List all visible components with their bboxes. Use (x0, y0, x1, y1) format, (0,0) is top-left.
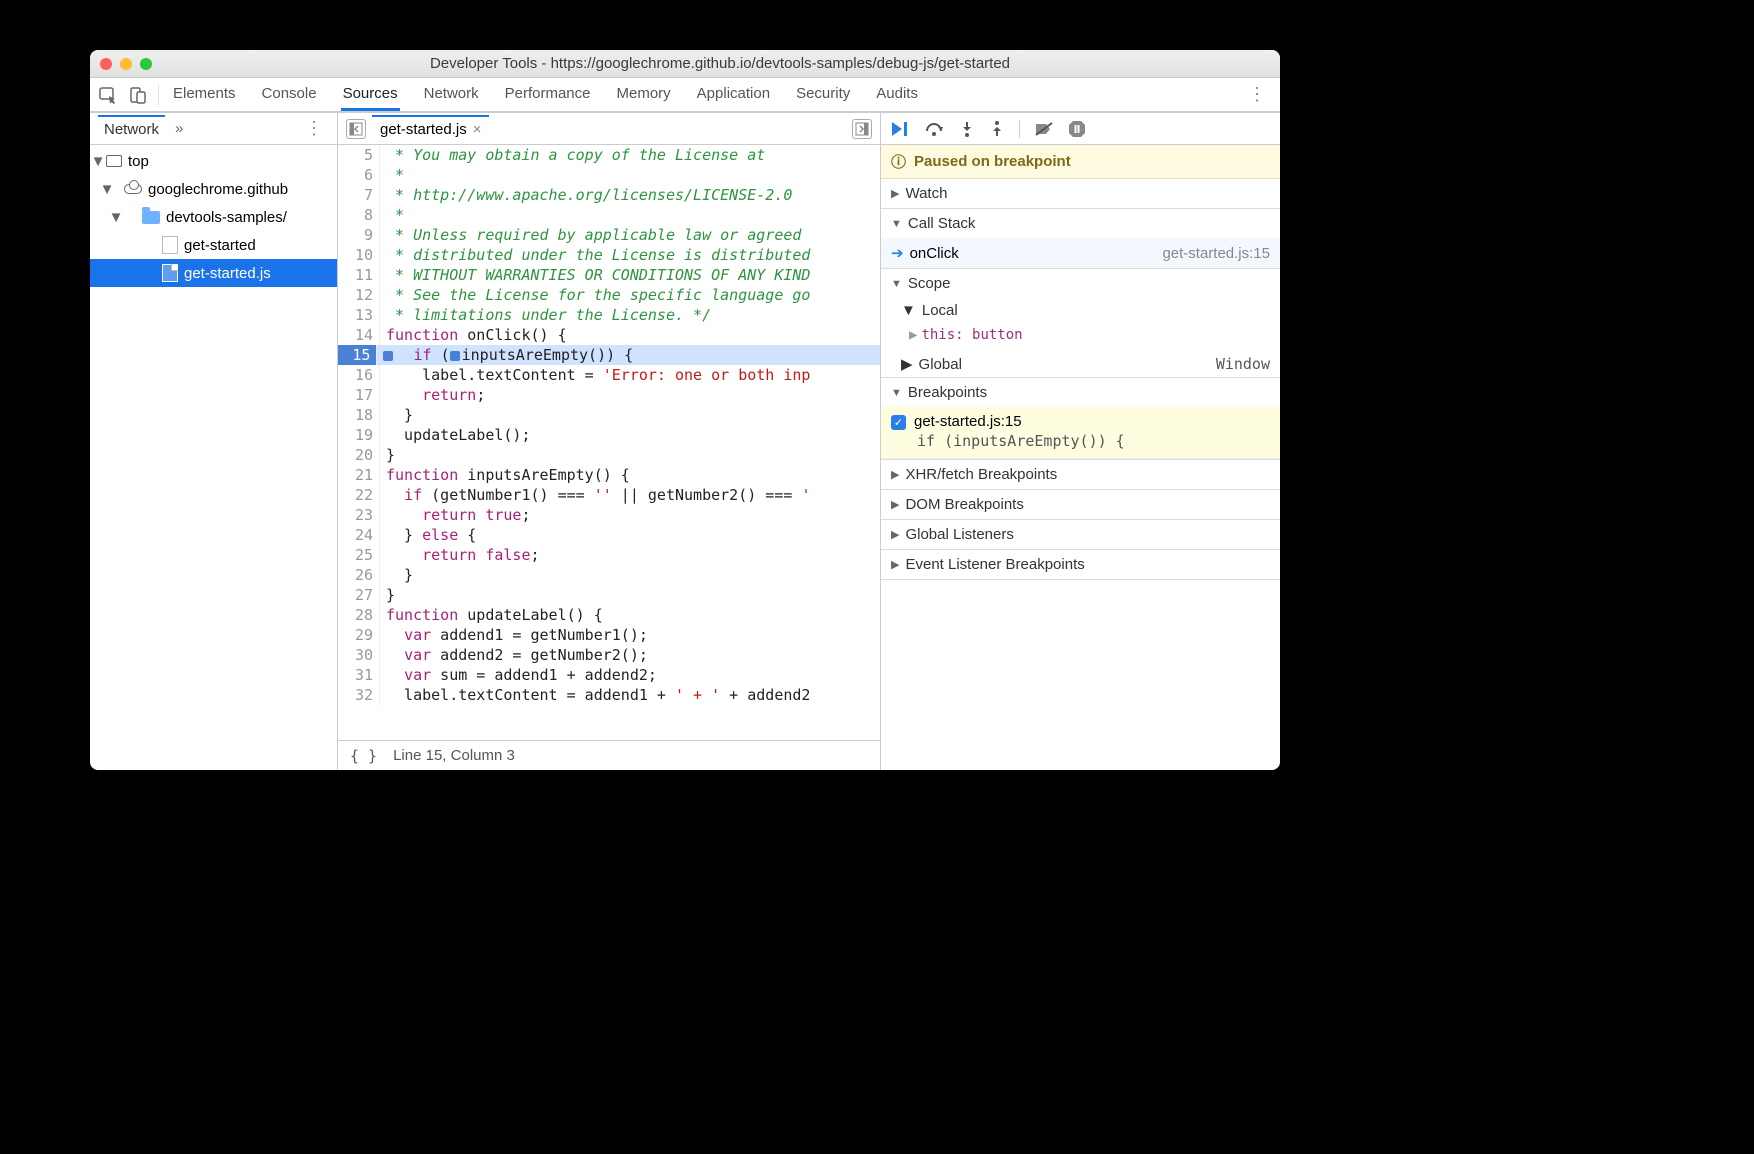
code-line[interactable]: 18 } (338, 405, 880, 425)
cloud-icon (124, 184, 142, 194)
code-line[interactable]: 9 * Unless required by applicable law or… (338, 225, 880, 245)
close-window-button[interactable] (100, 58, 112, 70)
code-line[interactable]: 23 return true; (338, 505, 880, 525)
navigator-panel: Network » ⋮ ▼ top ▼ googlechrome.github … (90, 113, 338, 770)
editor-status-bar: { } Line 15, Column 3 (338, 740, 880, 770)
code-line[interactable]: 24 } else { (338, 525, 880, 545)
cursor-position: Line 15, Column 3 (393, 747, 515, 764)
tree-folder[interactable]: ▼ devtools-samples/ (90, 203, 337, 231)
main-tab-sources[interactable]: Sources (341, 79, 400, 111)
current-frame-icon: ➔ (891, 245, 904, 262)
kebab-menu-icon[interactable]: ⋮ (1242, 84, 1272, 105)
pause-exceptions-icon[interactable] (1068, 120, 1086, 138)
code-line[interactable]: 17 return; (338, 385, 880, 405)
section-xhr-breakpoints[interactable]: ▶XHR/fetch Breakpoints (881, 460, 1280, 489)
code-line[interactable]: 14function onClick() { (338, 325, 880, 345)
code-line[interactable]: 13 * limitations under the License. */ (338, 305, 880, 325)
toggle-navigator-icon[interactable] (346, 119, 366, 139)
main-tab-console[interactable]: Console (260, 79, 319, 111)
code-line[interactable]: 21function inputsAreEmpty() { (338, 465, 880, 485)
code-line[interactable]: 12 * See the License for the specific la… (338, 285, 880, 305)
code-line[interactable]: 22 if (getNumber1() === '' || getNumber2… (338, 485, 880, 505)
close-tab-icon[interactable]: × (473, 121, 482, 138)
main-tab-memory[interactable]: Memory (615, 79, 673, 111)
section-watch[interactable]: ▶Watch (881, 179, 1280, 208)
window-title: Developer Tools - https://googlechrome.g… (170, 55, 1270, 72)
info-icon: ⓘ (891, 151, 906, 172)
code-line[interactable]: 25 return false; (338, 545, 880, 565)
tree-domain[interactable]: ▼ googlechrome.github (90, 175, 337, 203)
maximize-window-button[interactable] (140, 58, 152, 70)
tree-top-frame[interactable]: ▼ top (90, 147, 337, 175)
toggle-debugger-icon[interactable] (852, 119, 872, 139)
minimize-window-button[interactable] (120, 58, 132, 70)
devtools-window: Developer Tools - https://googlechrome.g… (90, 50, 1280, 770)
titlebar: Developer Tools - https://googlechrome.g… (90, 50, 1280, 78)
file-icon (162, 264, 178, 282)
navigator-tab-network[interactable]: Network (98, 115, 165, 142)
section-global-listeners[interactable]: ▶Global Listeners (881, 520, 1280, 549)
section-breakpoints[interactable]: ▼Breakpoints (881, 378, 1280, 407)
deactivate-breakpoints-icon[interactable] (1034, 121, 1054, 137)
callstack-frame[interactable]: ➔onClick get-started.js:15 (881, 238, 1280, 268)
step-out-icon[interactable] (989, 121, 1005, 137)
code-line[interactable]: 20} (338, 445, 880, 465)
main-tab-performance[interactable]: Performance (503, 79, 593, 111)
breakpoint-checkbox[interactable]: ✓ (891, 415, 906, 430)
code-line[interactable]: 32 label.textContent = addend1 + ' + ' +… (338, 685, 880, 705)
breakpoint-item[interactable]: ✓get-started.js:15 if (inputsAreEmpty())… (881, 407, 1280, 459)
navigator-overflow-icon[interactable]: » (175, 120, 183, 137)
code-line[interactable]: 19 updateLabel(); (338, 425, 880, 445)
file-icon (162, 236, 178, 254)
main-tab-audits[interactable]: Audits (874, 79, 920, 111)
main-toolbar: Elements Console Sources Network Performance… (90, 78, 1280, 112)
code-line[interactable]: 29 var addend1 = getNumber1(); (338, 625, 880, 645)
window-controls (100, 58, 152, 70)
main-tab-network[interactable]: Network (422, 79, 481, 111)
code-line[interactable]: 10 * distributed under the License is di… (338, 245, 880, 265)
navigator-menu-icon[interactable]: ⋮ (299, 118, 329, 139)
code-line[interactable]: 8 * (338, 205, 880, 225)
main-tab-application[interactable]: Application (695, 79, 772, 111)
section-callstack[interactable]: ▼Call Stack (881, 209, 1280, 238)
step-over-icon[interactable] (925, 121, 945, 137)
frame-icon (106, 155, 122, 167)
main-tab-security[interactable]: Security (794, 79, 852, 111)
tree-file-1[interactable]: get-started.js (90, 259, 337, 287)
code-line[interactable]: 16 label.textContent = 'Error: one or bo… (338, 365, 880, 385)
tree-file-0[interactable]: get-started (90, 231, 337, 259)
debugger-panel: ⓘ Paused on breakpoint ▶Watch ▼Call Stac… (880, 113, 1280, 770)
main-tab-elements[interactable]: Elements (171, 79, 238, 111)
paused-banner: ⓘ Paused on breakpoint (881, 145, 1280, 179)
section-scope[interactable]: ▼Scope (881, 269, 1280, 298)
code-line[interactable]: 27} (338, 585, 880, 605)
code-line[interactable]: 31 var sum = addend1 + addend2; (338, 665, 880, 685)
resume-icon[interactable] (891, 121, 911, 137)
scope-this[interactable]: ▶this: button (881, 323, 1280, 351)
editor-tab[interactable]: get-started.js × (372, 115, 489, 142)
pretty-print-icon[interactable]: { } (350, 747, 377, 765)
device-toggle-icon[interactable] (128, 85, 148, 105)
section-dom-breakpoints[interactable]: ▶DOM Breakpoints (881, 490, 1280, 519)
code-line[interactable]: 11 * WITHOUT WARRANTIES OR CONDITIONS OF… (338, 265, 880, 285)
inspect-icon[interactable] (98, 85, 118, 105)
code-editor[interactable]: 5 * You may obtain a copy of the License… (338, 145, 880, 740)
code-line[interactable]: 7 * http://www.apache.org/licenses/LICEN… (338, 185, 880, 205)
code-line[interactable]: 30 var addend2 = getNumber2(); (338, 645, 880, 665)
editor-panel: get-started.js × 5 * You may obtain a co… (338, 113, 880, 770)
section-event-listener-breakpoints[interactable]: ▶Event Listener Breakpoints (881, 550, 1280, 579)
code-line[interactable]: 15 if (inputsAreEmpty()) { (338, 345, 880, 365)
code-line[interactable]: 6 * (338, 165, 880, 185)
scope-local[interactable]: ▼Local (881, 298, 1280, 323)
scope-global[interactable]: ▶Global Window (881, 351, 1280, 377)
code-line[interactable]: 26 } (338, 565, 880, 585)
step-into-icon[interactable] (959, 121, 975, 137)
code-line[interactable]: 5 * You may obtain a copy of the License… (338, 145, 880, 165)
code-line[interactable]: 28function updateLabel() { (338, 605, 880, 625)
folder-icon (142, 211, 160, 224)
